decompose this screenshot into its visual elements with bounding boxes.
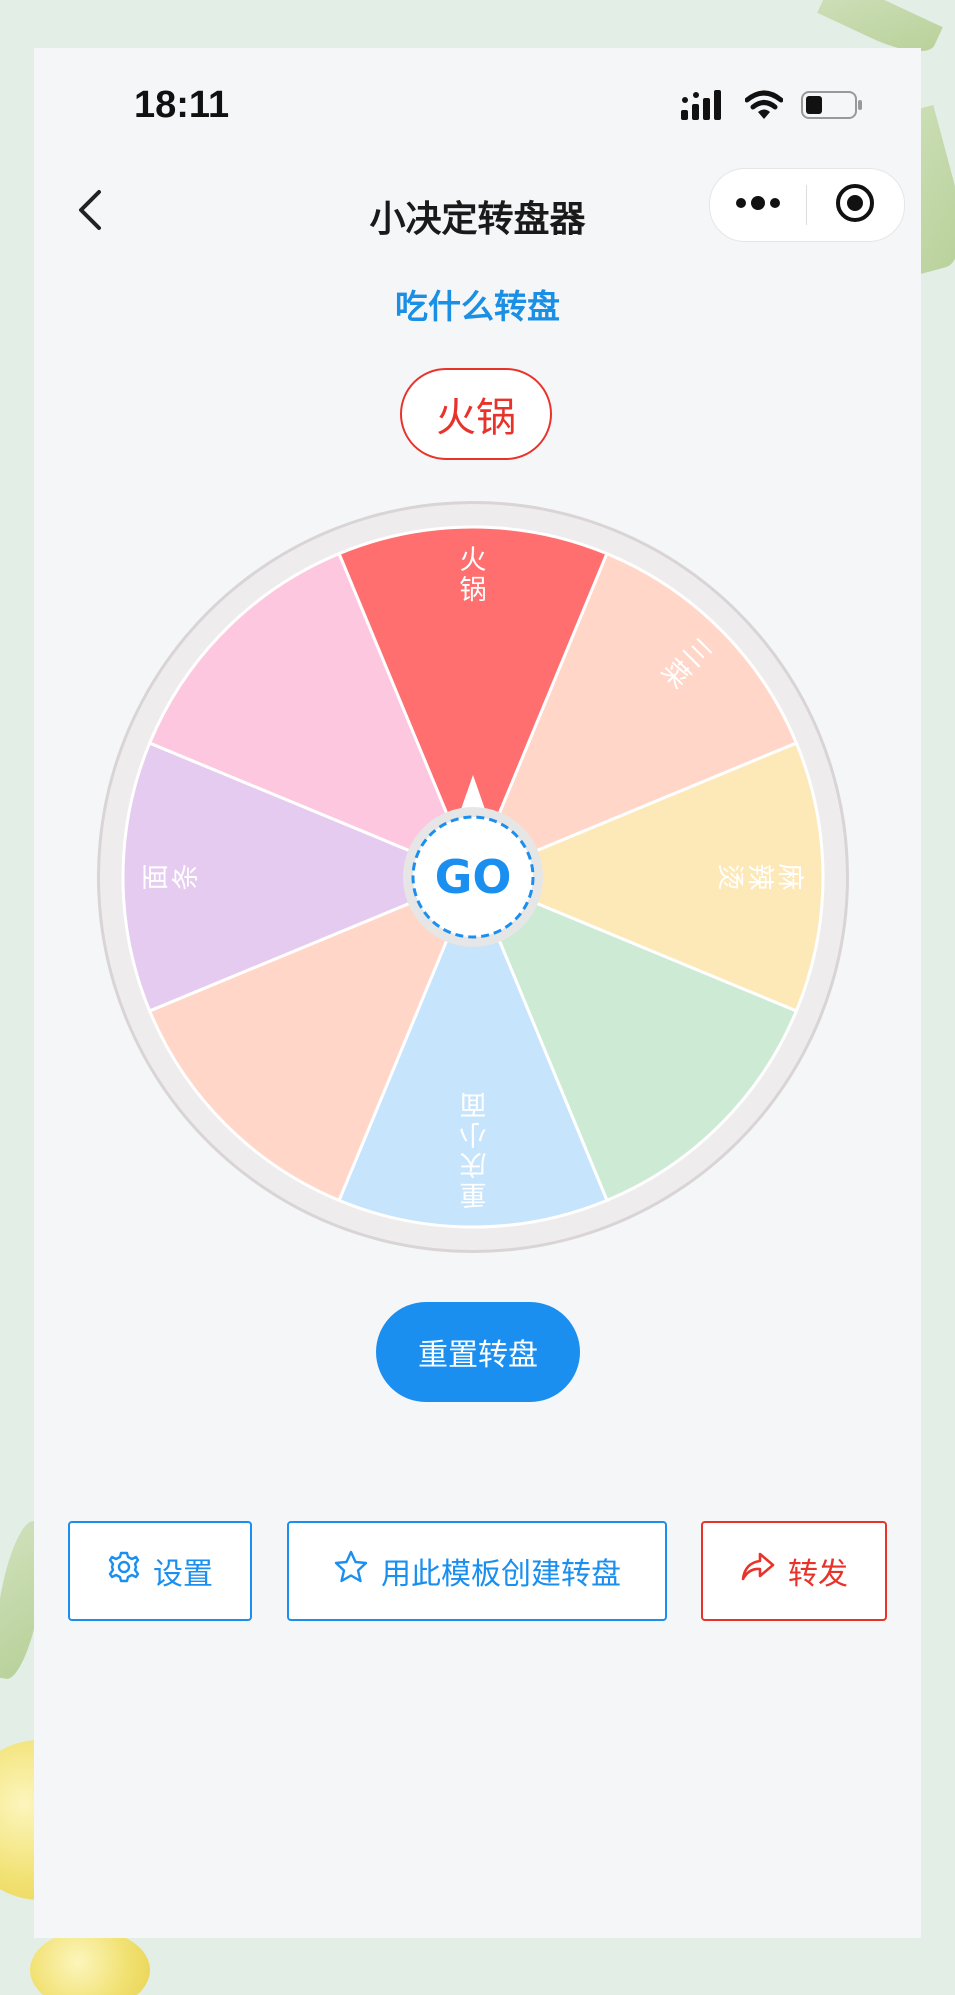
share-button[interactable]: 转发 bbox=[701, 1521, 887, 1621]
reset-wheel-button[interactable]: 重置转盘 bbox=[376, 1302, 580, 1402]
wheel-title: 吃什么转盘 bbox=[395, 287, 560, 326]
wheel-segment-label: 火锅 bbox=[460, 545, 487, 606]
share-label: 转发 bbox=[788, 1557, 848, 1592]
star-icon bbox=[333, 1549, 369, 1593]
target-icon bbox=[834, 182, 876, 228]
battery-icon bbox=[801, 90, 863, 124]
wheel-segment-char: 烫 bbox=[714, 864, 745, 891]
result-badge: 火锅 bbox=[400, 368, 552, 460]
wheel-segment-char: 庆 bbox=[460, 1148, 487, 1179]
wheel-svg: 火锅三菜麻辣烫重庆小面面条 GO bbox=[97, 501, 849, 1253]
wheel-segment-char: 重 bbox=[460, 1178, 487, 1209]
wheel-segment-char: 条 bbox=[171, 864, 202, 891]
wheel-segment-char: 锅 bbox=[460, 575, 487, 606]
wheel-segment-char: 面 bbox=[141, 864, 172, 891]
wheel-segment-label: 面条 bbox=[141, 864, 202, 891]
wheel-segment-char: 麻 bbox=[774, 864, 805, 891]
share-arrow-icon bbox=[740, 1551, 776, 1591]
create-from-template-button[interactable]: 用此模板创建转盘 bbox=[287, 1521, 667, 1621]
go-label[interactable]: GO bbox=[435, 850, 512, 904]
wheel-segment-char: 面 bbox=[460, 1088, 487, 1119]
status-bar: 18:11 bbox=[34, 48, 921, 168]
settings-label: 设置 bbox=[153, 1557, 213, 1592]
close-mini-program-button[interactable] bbox=[807, 169, 903, 241]
wheel-segment-char: 火 bbox=[460, 545, 487, 576]
wifi-icon bbox=[744, 90, 784, 124]
wheel-segment-char: 辣 bbox=[744, 864, 775, 891]
background-lemon bbox=[30, 1930, 150, 1995]
more-button[interactable] bbox=[710, 169, 806, 241]
wheel-segment-label: 麻辣烫 bbox=[714, 864, 805, 891]
more-dots-icon bbox=[734, 195, 782, 215]
status-time: 18:11 bbox=[134, 84, 230, 126]
gear-icon bbox=[107, 1550, 141, 1592]
settings-button[interactable]: 设置 bbox=[68, 1521, 252, 1621]
status-icons bbox=[681, 90, 863, 124]
phone-screen: 18:11 小决定转盘器 吃什么转盘 火锅 火 锅 三 菜 麻 辣 烫 重 庆 … bbox=[34, 48, 921, 1938]
mini-program-capsule bbox=[709, 168, 905, 242]
create-template-label: 用此模板创建转盘 bbox=[381, 1557, 621, 1592]
wheel-segment-label: 重庆小面 bbox=[460, 1088, 487, 1209]
signal-icon bbox=[681, 90, 727, 124]
nav-bar: 小决定转盘器 bbox=[34, 168, 921, 258]
spin-wheel: 火锅三菜麻辣烫重庆小面面条 GO bbox=[95, 499, 851, 1255]
wheel-segment-char: 小 bbox=[460, 1118, 487, 1149]
